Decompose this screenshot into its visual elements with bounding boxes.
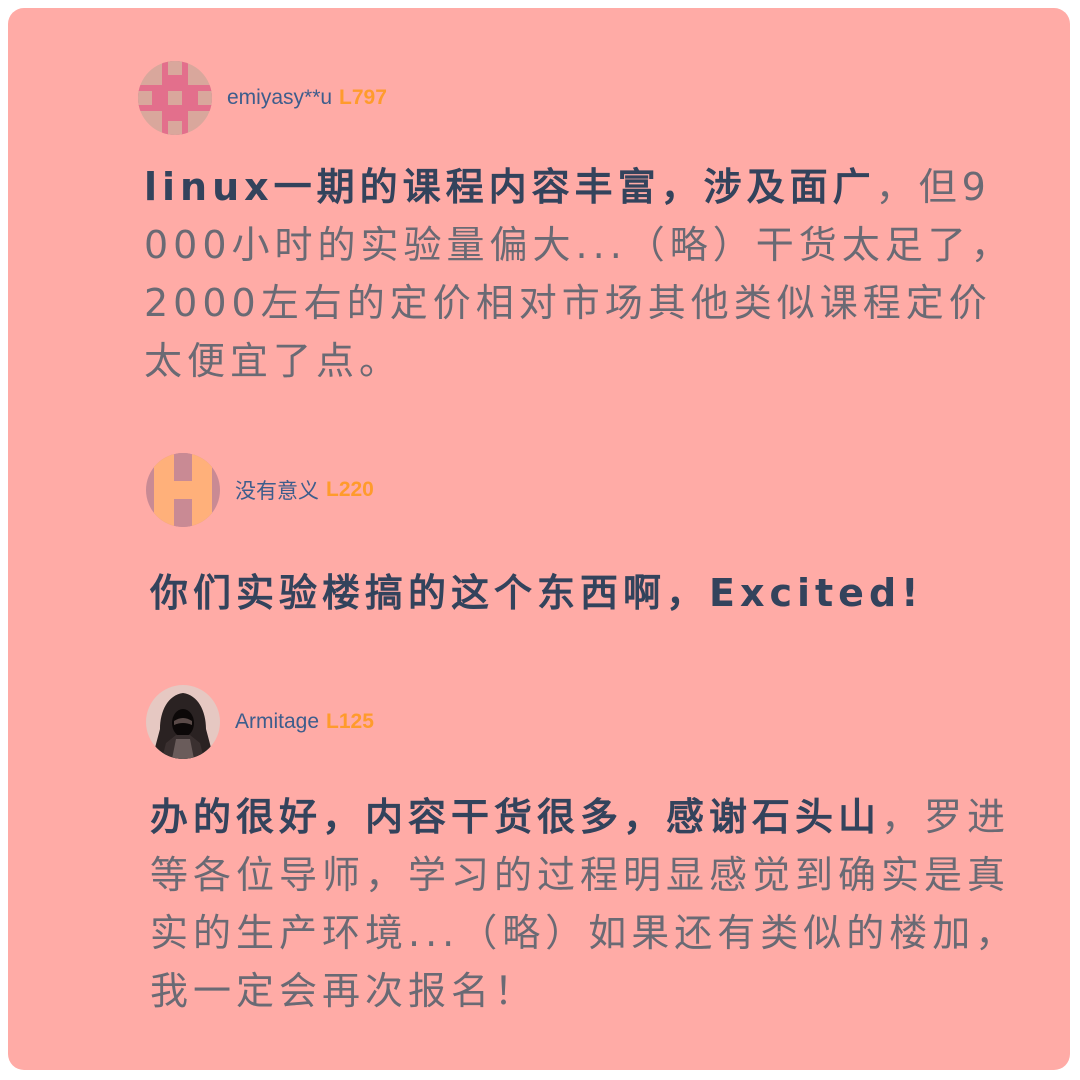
username[interactable]: 没有意义: [235, 475, 319, 505]
user-level-badge: L125: [326, 710, 374, 733]
comment-text: 你们实验楼搞的这个东西啊，Excited!: [150, 564, 1026, 622]
user-level-badge: L220: [326, 478, 374, 501]
comment-text: linux一期的课程内容丰富，涉及面广，但9000小时的实验量偏大...（略）干…: [144, 158, 1018, 390]
user-row: 没有意义 L220: [146, 452, 1026, 528]
comment-text-highlight: 你们实验楼搞的这个东西啊，Excited!: [150, 571, 924, 615]
comment-item: Armitage L125 办的很好，内容干货很多，感谢石头山，罗进等各位导师，…: [146, 684, 1026, 1020]
testimonial-card: emiyasy**u L797 linux一期的课程内容丰富，涉及面广，但900…: [8, 8, 1070, 1070]
hooded-figure-avatar-icon[interactable]: [146, 685, 220, 759]
comment-text-highlight: 办的很好，内容干货很多，感谢石头山: [150, 795, 882, 839]
comment-text: 办的很好，内容干货很多，感谢石头山，罗进等各位导师，学习的过程明显感觉到确实是真…: [150, 788, 1026, 1020]
user-row: Armitage L125: [146, 684, 1026, 760]
comment-item: emiyasy**u L797 linux一期的课程内容丰富，涉及面广，但900…: [138, 60, 1018, 390]
user-row: emiyasy**u L797: [138, 60, 1018, 136]
pixel-h-avatar-icon[interactable]: [146, 453, 220, 527]
username[interactable]: emiyasy**u: [227, 86, 332, 110]
user-level-badge: L797: [339, 86, 387, 109]
username[interactable]: Armitage: [235, 710, 319, 734]
comment-item: 没有意义 L220 你们实验楼搞的这个东西啊，Excited!: [146, 452, 1026, 622]
comment-text-highlight: linux一期的课程内容丰富，涉及面广: [144, 165, 876, 209]
pixel-cross-avatar-icon[interactable]: [138, 61, 212, 135]
